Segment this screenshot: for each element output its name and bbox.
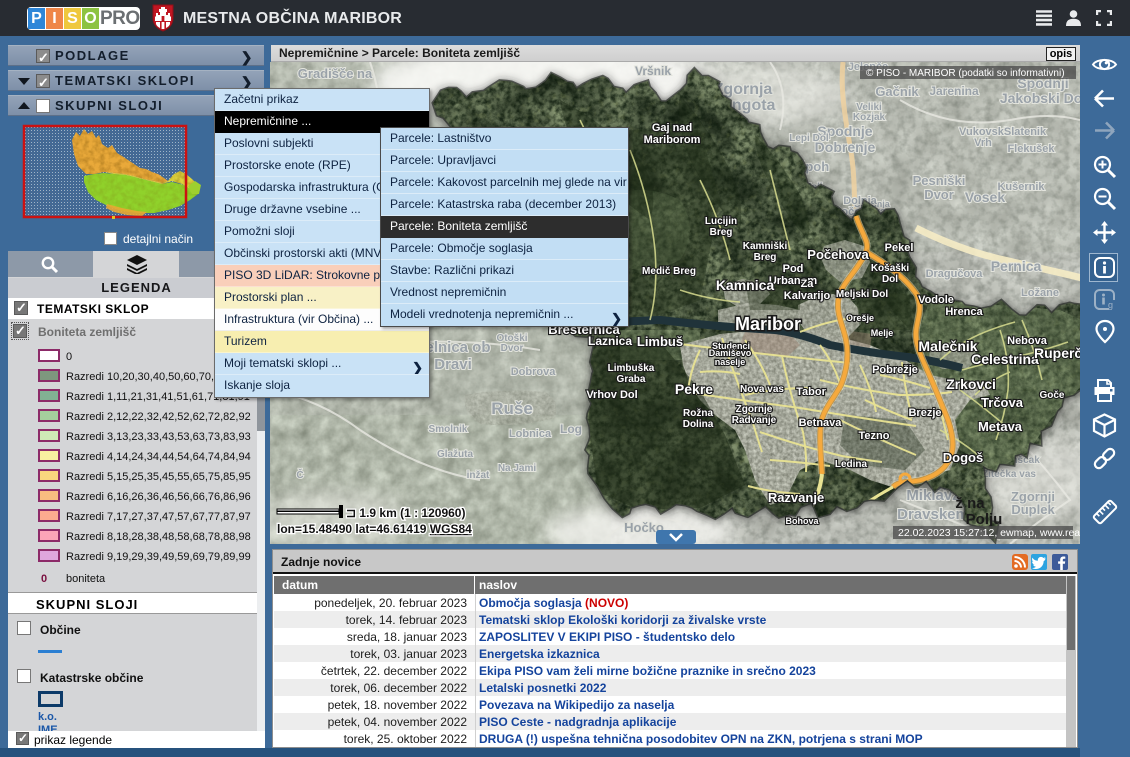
- svg-text:Pernica: Pernica: [991, 258, 1042, 274]
- svg-text:Dobrova: Dobrova: [511, 366, 557, 378]
- svg-text:Vrh: Vrh: [974, 137, 992, 149]
- svg-text:Polju: Polju: [966, 511, 1003, 528]
- svg-text:g: g: [1108, 300, 1113, 310]
- svg-text:Malečnik: Malečnik: [918, 338, 977, 354]
- svg-text:Dol: Dol: [882, 274, 898, 285]
- svg-text:Trčova: Trčova: [981, 395, 1024, 410]
- svg-text:Slatenik: Slatenik: [1004, 126, 1047, 138]
- svg-text:Vršnik: Vršnik: [635, 64, 671, 78]
- svg-text:Melje: Melje: [871, 328, 894, 338]
- svg-text:Rožna: Rožna: [683, 408, 713, 419]
- svg-text:Jarenina: Jarenina: [929, 84, 979, 98]
- svg-text:Košaški: Košaški: [871, 263, 910, 274]
- svg-text:Meljski Dol: Meljski Dol: [836, 289, 888, 300]
- svg-text:naselje: naselje: [715, 357, 746, 367]
- svg-text:Glažuta: Glažuta: [437, 449, 474, 460]
- svg-text:Brezje: Brezje: [908, 407, 941, 419]
- svg-text:Na Jami: Na Jami: [498, 463, 537, 474]
- svg-text:Dolina: Dolina: [683, 419, 714, 430]
- svg-text:Pesniški: Pesniški: [913, 173, 966, 188]
- svg-text:Gradišče na: Gradišče na: [298, 66, 373, 81]
- svg-text:Zgornje: Zgornje: [736, 404, 773, 415]
- svg-text:Dvor: Dvor: [924, 187, 954, 202]
- svg-text:Celestrina: Celestrina: [971, 351, 1039, 367]
- svg-text:Ruše: Ruše: [491, 399, 533, 418]
- svg-text:Pod: Pod: [783, 263, 804, 275]
- svg-text:Pekel: Pekel: [885, 242, 914, 254]
- svg-text:Breg: Breg: [710, 227, 733, 238]
- svg-text:Jakobski Dol: Jakobski Dol: [1000, 90, 1080, 106]
- svg-text:Kalvarijo: Kalvarijo: [784, 290, 831, 302]
- svg-text:Razvanje: Razvanje: [768, 490, 824, 505]
- svg-text:Kozjak: Kozjak: [853, 112, 886, 123]
- svg-text:Kamniški: Kamniški: [743, 241, 788, 252]
- svg-text:Lepi Dol: Lepi Dol: [789, 133, 829, 144]
- svg-text:Vosek: Vosek: [965, 189, 1005, 205]
- svg-text:Pobrežje: Pobrežje: [872, 364, 918, 376]
- svg-text:Mariborom: Mariborom: [644, 134, 701, 146]
- svg-text:Limbuš: Limbuš: [637, 334, 683, 349]
- svg-text:Medič Breg: Medič Breg: [642, 266, 696, 277]
- svg-text:Ložane: Ložane: [1021, 287, 1059, 299]
- svg-text:Gaj nad: Gaj nad: [652, 122, 692, 134]
- svg-text:Bohova: Bohova: [785, 516, 819, 526]
- svg-text:Vrhov Dol: Vrhov Dol: [586, 389, 637, 401]
- svg-text:22.02.2023 15:27:12, ewmap, ww: 22.02.2023 15:27:12, ewmap, www.realis.s…: [898, 527, 1080, 539]
- svg-text:© PISO - MARIBOR (podatki so i: © PISO - MARIBOR (podatki so informativn…: [866, 68, 1065, 79]
- svg-text:Počehova: Počehova: [807, 247, 869, 262]
- svg-text:Kamnica: Kamnica: [716, 277, 775, 293]
- svg-text:Log: Log: [560, 422, 582, 436]
- svg-text:Nova vas: Nova vas: [740, 384, 784, 395]
- svg-text:Dragučova: Dragučova: [926, 268, 984, 280]
- svg-text:Pekre: Pekre: [675, 381, 713, 397]
- svg-text:Betnava: Betnava: [799, 417, 843, 429]
- svg-text:Ruperče: Ruperče: [1034, 345, 1080, 361]
- svg-text:Lucijin: Lucijin: [705, 216, 737, 227]
- svg-text:⊐ 1.9 km (1 : 120960): ⊐ 1.9 km (1 : 120960): [346, 506, 465, 520]
- svg-text:Maribor: Maribor: [735, 314, 801, 334]
- svg-text:Dravi: Dravi: [434, 356, 472, 373]
- svg-text:Zrkovci: Zrkovci: [946, 376, 996, 392]
- svg-text:Metava: Metava: [978, 419, 1023, 434]
- svg-text:Orešje: Orešje: [846, 313, 874, 323]
- svg-text:Limbuška: Limbuška: [608, 363, 655, 374]
- svg-text:Tabor: Tabor: [796, 386, 826, 398]
- svg-text:Lobnica: Lobnica: [509, 428, 552, 440]
- svg-text:Ledina: Ledina: [835, 459, 868, 470]
- svg-text:lon=15.48490 lat=46.61419: lon=15.48490 lat=46.61419 WGS84: [277, 522, 472, 536]
- svg-text:Dogoš: Dogoš: [943, 450, 983, 465]
- svg-text:Graba: Graba: [617, 374, 646, 385]
- svg-text:Breg: Breg: [754, 252, 777, 263]
- svg-text:Vodole: Vodole: [918, 294, 954, 306]
- svg-text:Smolnik: Smolnik: [429, 424, 468, 435]
- svg-text:Za: Za: [801, 278, 815, 290]
- svg-text:Dvor: Dvor: [501, 343, 524, 354]
- svg-text:Flekušek: Flekušek: [1007, 143, 1055, 155]
- svg-text:ž na: ž na: [955, 495, 985, 512]
- svg-text:Gačnik: Gačnik: [875, 84, 919, 99]
- svg-text:Hrenca: Hrenca: [945, 306, 983, 318]
- svg-text:Radvanje: Radvanje: [732, 415, 777, 426]
- svg-text:Goče: Goče: [1039, 390, 1064, 401]
- svg-text:Duplek: Duplek: [1011, 502, 1055, 517]
- svg-text:Tezno: Tezno: [859, 430, 890, 442]
